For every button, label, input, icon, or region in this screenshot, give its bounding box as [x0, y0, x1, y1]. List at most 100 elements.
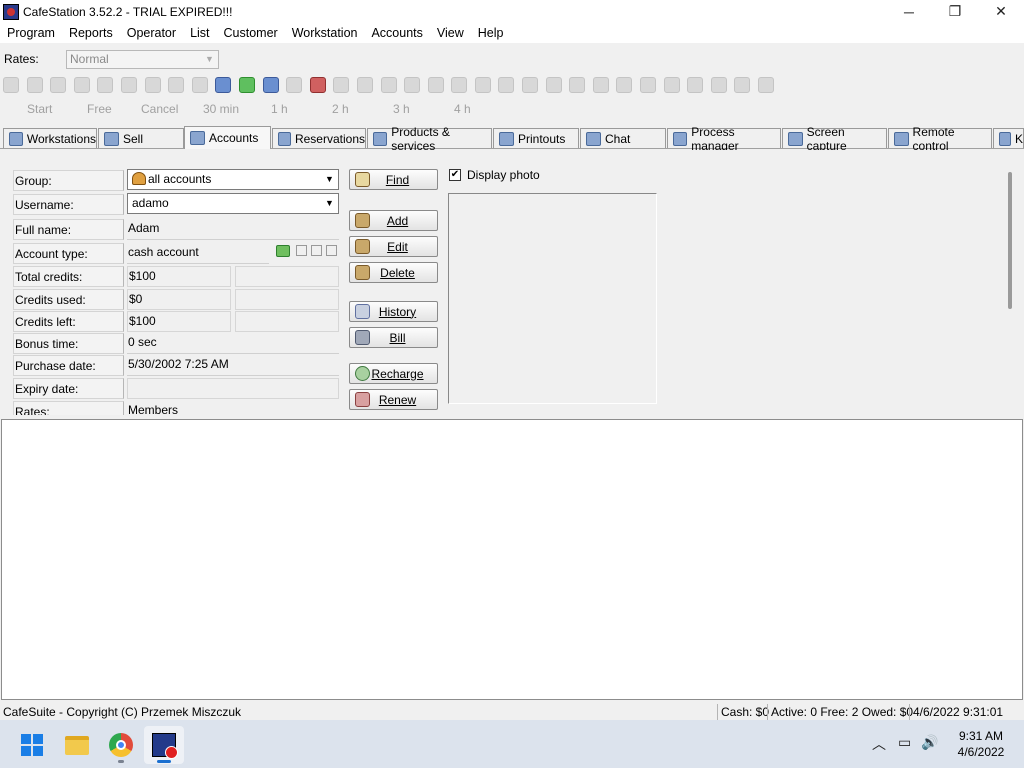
- username-select[interactable]: adamo ▼: [127, 193, 339, 214]
- maximize-button[interactable]: ❐: [932, 0, 978, 23]
- tools-icon[interactable]: [97, 77, 114, 93]
- transfer-icon[interactable]: [73, 77, 90, 93]
- lock-icon[interactable]: [168, 77, 185, 93]
- screen-icon[interactable]: [616, 77, 633, 93]
- free-button[interactable]: Free: [87, 102, 112, 116]
- menu-operator[interactable]: Operator: [120, 23, 183, 43]
- cancel-button[interactable]: Cancel: [141, 102, 178, 116]
- tab-sell[interactable]: Sell: [98, 128, 184, 148]
- expiry-date-field[interactable]: [127, 378, 339, 399]
- chrome-button[interactable]: [101, 726, 141, 764]
- list-icon[interactable]: [687, 77, 704, 93]
- 30min-button[interactable]: 30 min: [203, 102, 239, 116]
- products-icon[interactable]: [309, 77, 326, 93]
- tab-accounts[interactable]: Accounts: [184, 126, 271, 149]
- menu-workstation[interactable]: Workstation: [285, 23, 365, 43]
- globe-icon[interactable]: [262, 77, 279, 93]
- history-button[interactable]: History: [349, 301, 438, 322]
- tab-chat[interactable]: Chat: [580, 128, 666, 148]
- credits-left-extra-field[interactable]: [235, 311, 339, 332]
- operator-icon[interactable]: [333, 77, 350, 93]
- window-restore-icon[interactable]: [663, 77, 680, 93]
- tab-reservations[interactable]: Reservations: [272, 128, 366, 148]
- credits-used-field[interactable]: $0: [127, 289, 231, 310]
- window-icon[interactable]: [592, 77, 609, 93]
- delete-button[interactable]: Delete: [349, 262, 438, 283]
- 2h-button[interactable]: 2 h: [332, 102, 349, 116]
- grid-icon[interactable]: [710, 77, 727, 93]
- total-credits-row: Total credits: $100: [13, 266, 339, 287]
- display-photo-checkbox[interactable]: ✔ Display photo: [449, 168, 540, 182]
- group-icon: [132, 172, 146, 185]
- add-button[interactable]: Add: [349, 210, 438, 231]
- tab-workstations[interactable]: Workstations: [3, 128, 97, 148]
- menu-help[interactable]: Help: [471, 23, 511, 43]
- close-button[interactable]: ✕: [978, 0, 1024, 23]
- find-button[interactable]: Find: [349, 169, 438, 190]
- user-session-icon[interactable]: [26, 77, 43, 93]
- menu-program[interactable]: Program: [0, 23, 62, 43]
- vertical-scrollbar[interactable]: [1008, 172, 1012, 309]
- start-button[interactable]: Start: [27, 102, 52, 116]
- menu-list[interactable]: List: [183, 23, 216, 43]
- total-credits-field[interactable]: $100: [127, 266, 231, 287]
- edit-button[interactable]: Edit: [349, 236, 438, 257]
- full-name-field[interactable]: Adam: [127, 219, 339, 240]
- note-icon[interactable]: [427, 77, 444, 93]
- credits-left-field[interactable]: $100: [127, 311, 231, 332]
- tab-keyboard[interactable]: K: [993, 128, 1024, 148]
- alarm-icon[interactable]: [545, 77, 562, 93]
- bonus-time-field[interactable]: 0 sec: [127, 333, 339, 354]
- tab-remote-control[interactable]: Remote control: [888, 125, 992, 153]
- timer-icon[interactable]: [498, 77, 515, 93]
- rates-field[interactable]: Members: [127, 401, 339, 415]
- tab-products-services[interactable]: Products & services: [367, 125, 492, 153]
- total-credits-extra-field[interactable]: [235, 266, 339, 287]
- bill-button[interactable]: Bill: [349, 327, 438, 348]
- tab-printouts[interactable]: Printouts: [493, 128, 579, 148]
- network-icon[interactable]: ▭: [898, 734, 911, 751]
- wrench-icon[interactable]: [569, 77, 586, 93]
- group-select[interactable]: all accounts ▼: [127, 169, 339, 190]
- user-icon[interactable]: [215, 77, 232, 93]
- tab-screen-capture[interactable]: Screen capture: [782, 125, 887, 153]
- cart-icon[interactable]: [380, 77, 397, 93]
- tray-chevron-icon[interactable]: ︿: [872, 734, 886, 754]
- file-explorer-button[interactable]: [57, 726, 97, 764]
- 4h-button[interactable]: 4 h: [454, 102, 471, 116]
- menu-customer[interactable]: Customer: [217, 23, 285, 43]
- 1h-button[interactable]: 1 h: [271, 102, 288, 116]
- forward-icon[interactable]: [734, 77, 751, 93]
- renew-button[interactable]: Renew: [349, 389, 438, 410]
- refresh-icon[interactable]: [50, 77, 67, 93]
- credits-used-extra-field[interactable]: [235, 289, 339, 310]
- print-icon[interactable]: [356, 77, 373, 93]
- clock-icon[interactable]: [522, 77, 539, 93]
- menu-reports[interactable]: Reports: [62, 23, 120, 43]
- account-type-field[interactable]: cash account: [127, 243, 269, 264]
- calculator-icon[interactable]: [286, 77, 303, 93]
- settings-icon[interactable]: [474, 77, 491, 93]
- volume-icon[interactable]: 🔊: [921, 734, 938, 751]
- chat-icon[interactable]: [451, 77, 468, 93]
- message-icon[interactable]: [144, 77, 161, 93]
- start-button[interactable]: [12, 726, 52, 764]
- mail-icon[interactable]: [404, 77, 421, 93]
- checkmark-icon[interactable]: ✔: [449, 169, 461, 181]
- move-icon[interactable]: [758, 77, 774, 93]
- purchase-date-field[interactable]: 5/30/2002 7:25 AM: [127, 355, 339, 376]
- menu-view[interactable]: View: [430, 23, 471, 43]
- unlock-icon[interactable]: [191, 77, 208, 93]
- monitor-icon[interactable]: [640, 77, 657, 93]
- cash-icon[interactable]: [238, 77, 255, 93]
- cafestation-taskbar-button[interactable]: [144, 726, 184, 764]
- 3h-button[interactable]: 3 h: [393, 102, 410, 116]
- stop-icon[interactable]: [120, 77, 137, 93]
- taskbar-clock[interactable]: 9:31 AM 4/6/2022: [948, 728, 1014, 760]
- start-session-icon[interactable]: [3, 77, 19, 93]
- menu-accounts[interactable]: Accounts: [364, 23, 429, 43]
- tab-process-manager[interactable]: Process manager: [667, 125, 781, 153]
- recharge-button[interactable]: Recharge: [349, 363, 438, 384]
- minimize-button[interactable]: ─: [886, 0, 932, 23]
- rates-select[interactable]: Normal ▼: [66, 49, 219, 69]
